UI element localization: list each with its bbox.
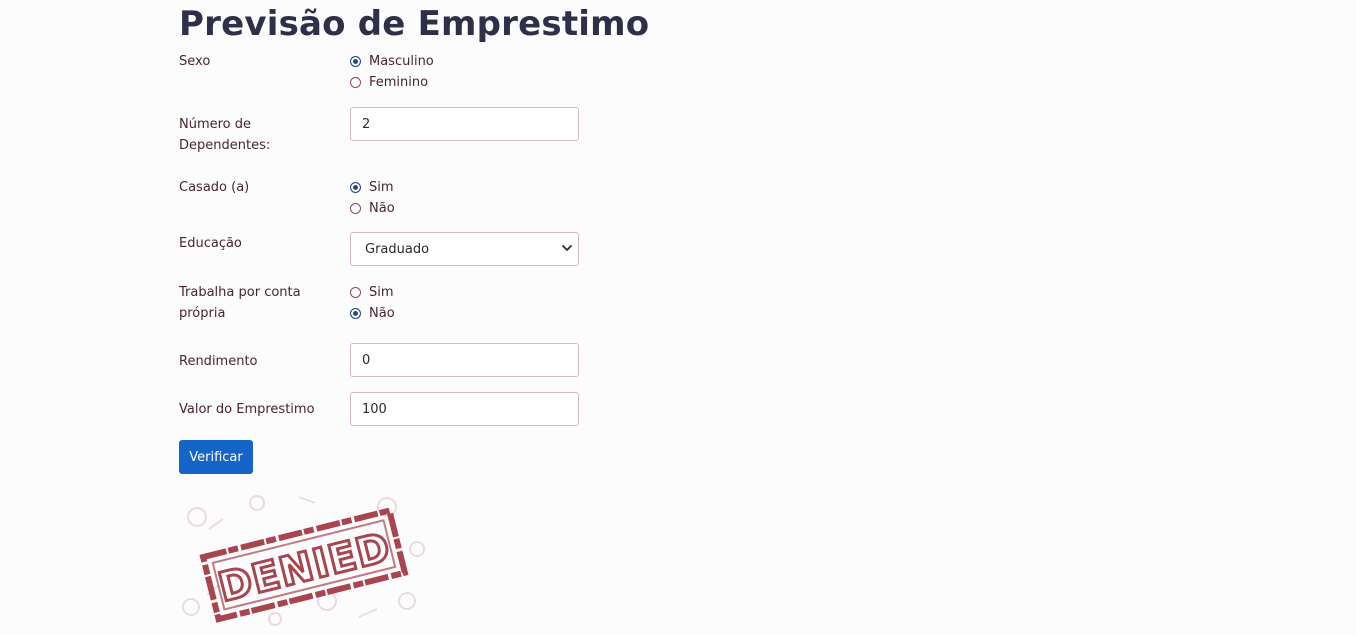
- casado-option-label: Não: [369, 200, 395, 216]
- sexo-radio-masculino[interactable]: Masculino: [350, 51, 434, 71]
- sexo-label: Sexo: [179, 54, 211, 69]
- trabalha-radio-sim[interactable]: Sim: [350, 282, 394, 302]
- radio-checked-icon[interactable]: [350, 181, 361, 193]
- radio-unchecked-icon[interactable]: [350, 202, 361, 214]
- casado-option-label: Sim: [369, 179, 394, 195]
- radio-checked-icon[interactable]: [350, 55, 361, 67]
- trabalha-radio-nao[interactable]: Não: [350, 303, 395, 323]
- trabalha-label-line1: Trabalha por conta: [179, 285, 301, 300]
- valor-label: Valor do Emprestimo: [179, 402, 315, 417]
- dependentes-input[interactable]: [350, 107, 579, 141]
- valor-input[interactable]: [350, 392, 579, 426]
- casado-radio-sim[interactable]: Sim: [350, 177, 394, 197]
- sexo-radio-feminino[interactable]: Feminino: [350, 72, 428, 92]
- sexo-option-label: Masculino: [369, 53, 434, 69]
- dependentes-label-line2: Dependentes:: [179, 138, 271, 153]
- educacao-selected-value: Graduado: [365, 241, 430, 257]
- rendimento-label: Rendimento: [179, 354, 258, 369]
- verificar-button[interactable]: Verificar: [179, 440, 253, 474]
- chevron-down-icon: [562, 245, 572, 251]
- educacao-select[interactable]: Graduado: [350, 232, 579, 266]
- trabalha-option-label: Sim: [369, 284, 394, 300]
- result-stamp-image: DENIED: [179, 489, 427, 629]
- casado-radio-nao[interactable]: Não: [350, 198, 395, 218]
- casado-label: Casado (a): [179, 180, 250, 195]
- page-title: Previsão de Emprestimo: [179, 4, 650, 44]
- radio-unchecked-icon[interactable]: [350, 76, 361, 88]
- educacao-label: Educação: [179, 236, 242, 251]
- sexo-option-label: Feminino: [369, 74, 429, 90]
- trabalha-label-line2: própria: [179, 306, 226, 321]
- radio-checked-icon[interactable]: [350, 307, 361, 319]
- trabalha-option-label: Não: [369, 305, 395, 321]
- trabalha-label: Trabalha por conta própria: [179, 282, 319, 324]
- dependentes-label: Número de Dependentes:: [179, 114, 319, 156]
- radio-unchecked-icon[interactable]: [350, 286, 361, 298]
- rendimento-input[interactable]: [350, 343, 579, 377]
- denied-stamp: DENIED: [182, 495, 425, 626]
- dependentes-label-line1: Número de: [179, 117, 252, 132]
